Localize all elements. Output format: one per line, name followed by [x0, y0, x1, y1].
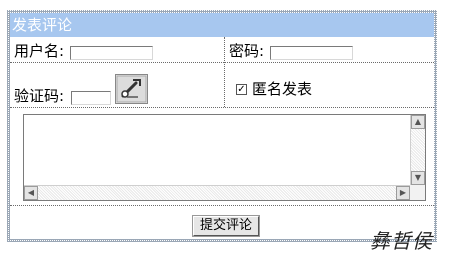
- password-label: 密码:: [229, 42, 265, 60]
- username-input[interactable]: [70, 46, 153, 60]
- comment-form-body: 发表评论 用户名: 密码: 验证码: ✓ 匿名发表 ▲ ▼ ◀ ▶ 提交评论: [10, 13, 434, 239]
- vertical-scrollbar[interactable]: ▲ ▼: [410, 115, 425, 185]
- row-divider: [10, 62, 434, 63]
- scroll-down-arrow-icon[interactable]: ▼: [411, 171, 425, 185]
- form-title: 发表评论: [10, 13, 434, 37]
- column-divider: [224, 37, 225, 107]
- password-input[interactable]: [270, 46, 353, 60]
- anonymous-label: 匿名发表: [252, 80, 313, 98]
- site-watermark: 彝哲侯: [370, 229, 433, 253]
- captcha-refresh-icon[interactable]: [115, 74, 148, 104]
- scroll-right-arrow-icon[interactable]: ▶: [396, 186, 410, 200]
- horizontal-scrollbar[interactable]: ◀ ▶: [24, 185, 410, 200]
- scrollbar-corner: [410, 185, 425, 200]
- submit-comment-button[interactable]: 提交评论: [192, 215, 260, 237]
- comment-textarea[interactable]: ▲ ▼ ◀ ▶: [23, 114, 426, 201]
- comment-form-panel: 发表评论 用户名: 密码: 验证码: ✓ 匿名发表 ▲ ▼ ◀ ▶ 提交评论: [7, 10, 437, 242]
- username-label: 用户名:: [14, 42, 65, 60]
- scroll-left-arrow-icon[interactable]: ◀: [24, 186, 38, 200]
- captcha-label: 验证码:: [14, 87, 65, 105]
- scroll-up-arrow-icon[interactable]: ▲: [411, 115, 425, 129]
- captcha-input[interactable]: [71, 91, 111, 105]
- anonymous-checkbox[interactable]: ✓: [236, 84, 247, 95]
- row-divider: [10, 205, 434, 206]
- row-divider: [10, 107, 434, 108]
